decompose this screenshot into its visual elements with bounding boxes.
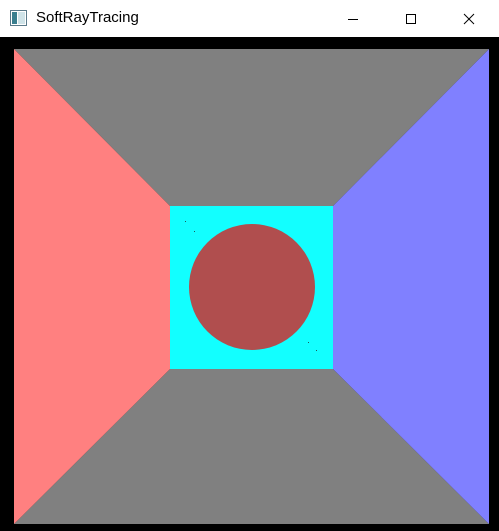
title-bar[interactable]: SoftRayTracing (0, 0, 499, 37)
maximize-icon (405, 13, 417, 25)
minimize-icon (347, 13, 359, 25)
noise-pixel (185, 221, 186, 222)
noise-pixel (316, 350, 317, 351)
close-button[interactable] (446, 0, 492, 37)
sphere (189, 224, 315, 350)
noise-pixel (194, 231, 195, 232)
noise-pixel (308, 342, 309, 343)
window-title: SoftRayTracing (36, 9, 139, 26)
close-icon (463, 13, 475, 25)
maximize-button[interactable] (388, 0, 434, 37)
render-viewport (0, 37, 499, 531)
ray-traced-scene (0, 37, 499, 531)
app-window-icon (10, 10, 27, 26)
minimize-button[interactable] (330, 0, 376, 37)
app-window: SoftRayTracing (0, 0, 499, 531)
